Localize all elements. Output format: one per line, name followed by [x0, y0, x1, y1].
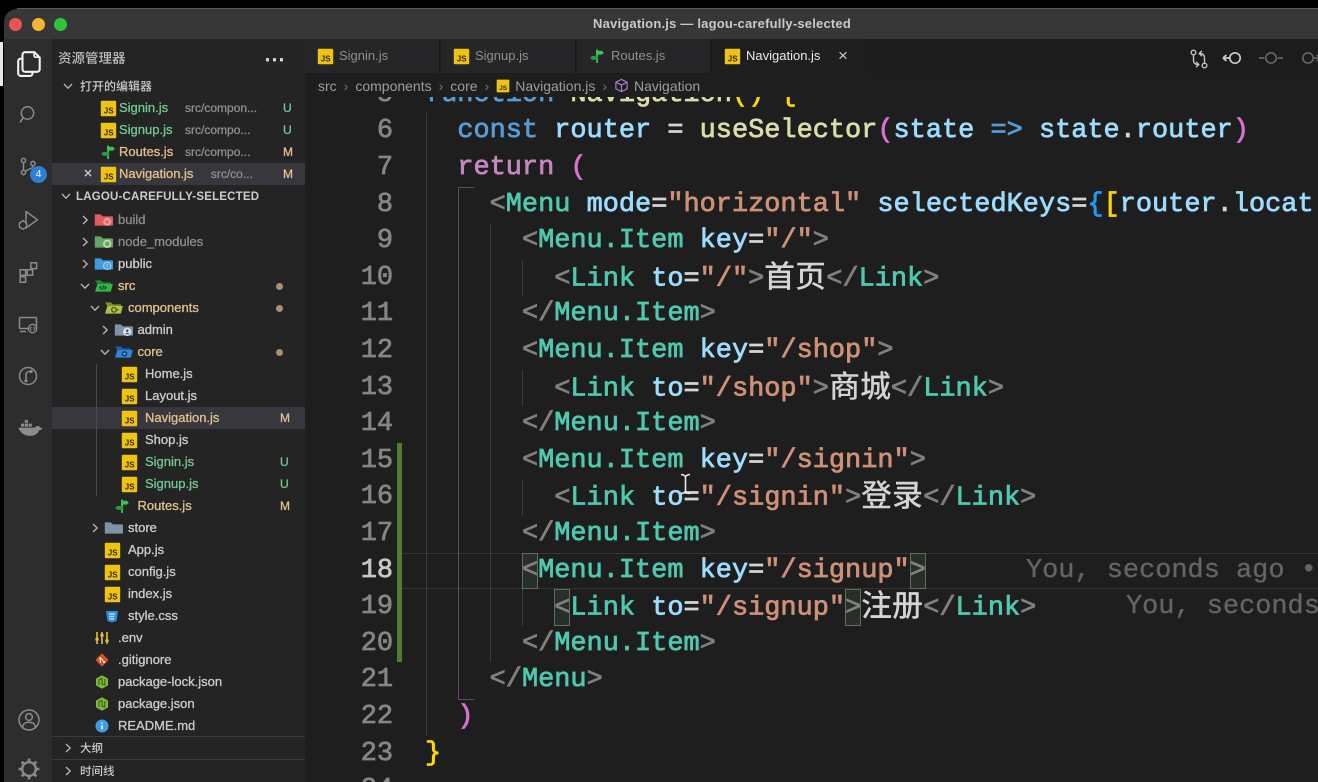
svg-text:JS: JS [108, 592, 118, 601]
svg-text:JS: JS [457, 54, 467, 63]
svg-text:JS: JS [108, 570, 118, 579]
svg-text:JS: JS [108, 548, 118, 557]
svg-text:JS: JS [104, 128, 114, 137]
svg-text:JS: JS [125, 372, 135, 381]
svg-text:JS: JS [125, 438, 135, 447]
svg-text:JS: JS [499, 85, 508, 92]
svg-text:JS: JS [104, 172, 114, 181]
svg-text:JS: JS [125, 416, 135, 425]
svg-text:JS: JS [728, 54, 738, 63]
svg-text:JS: JS [104, 106, 114, 115]
svg-text:JS: JS [125, 460, 135, 469]
svg-text:JS: JS [125, 394, 135, 403]
svg-text:JS: JS [321, 54, 331, 63]
svg-text:JS: JS [125, 482, 135, 491]
